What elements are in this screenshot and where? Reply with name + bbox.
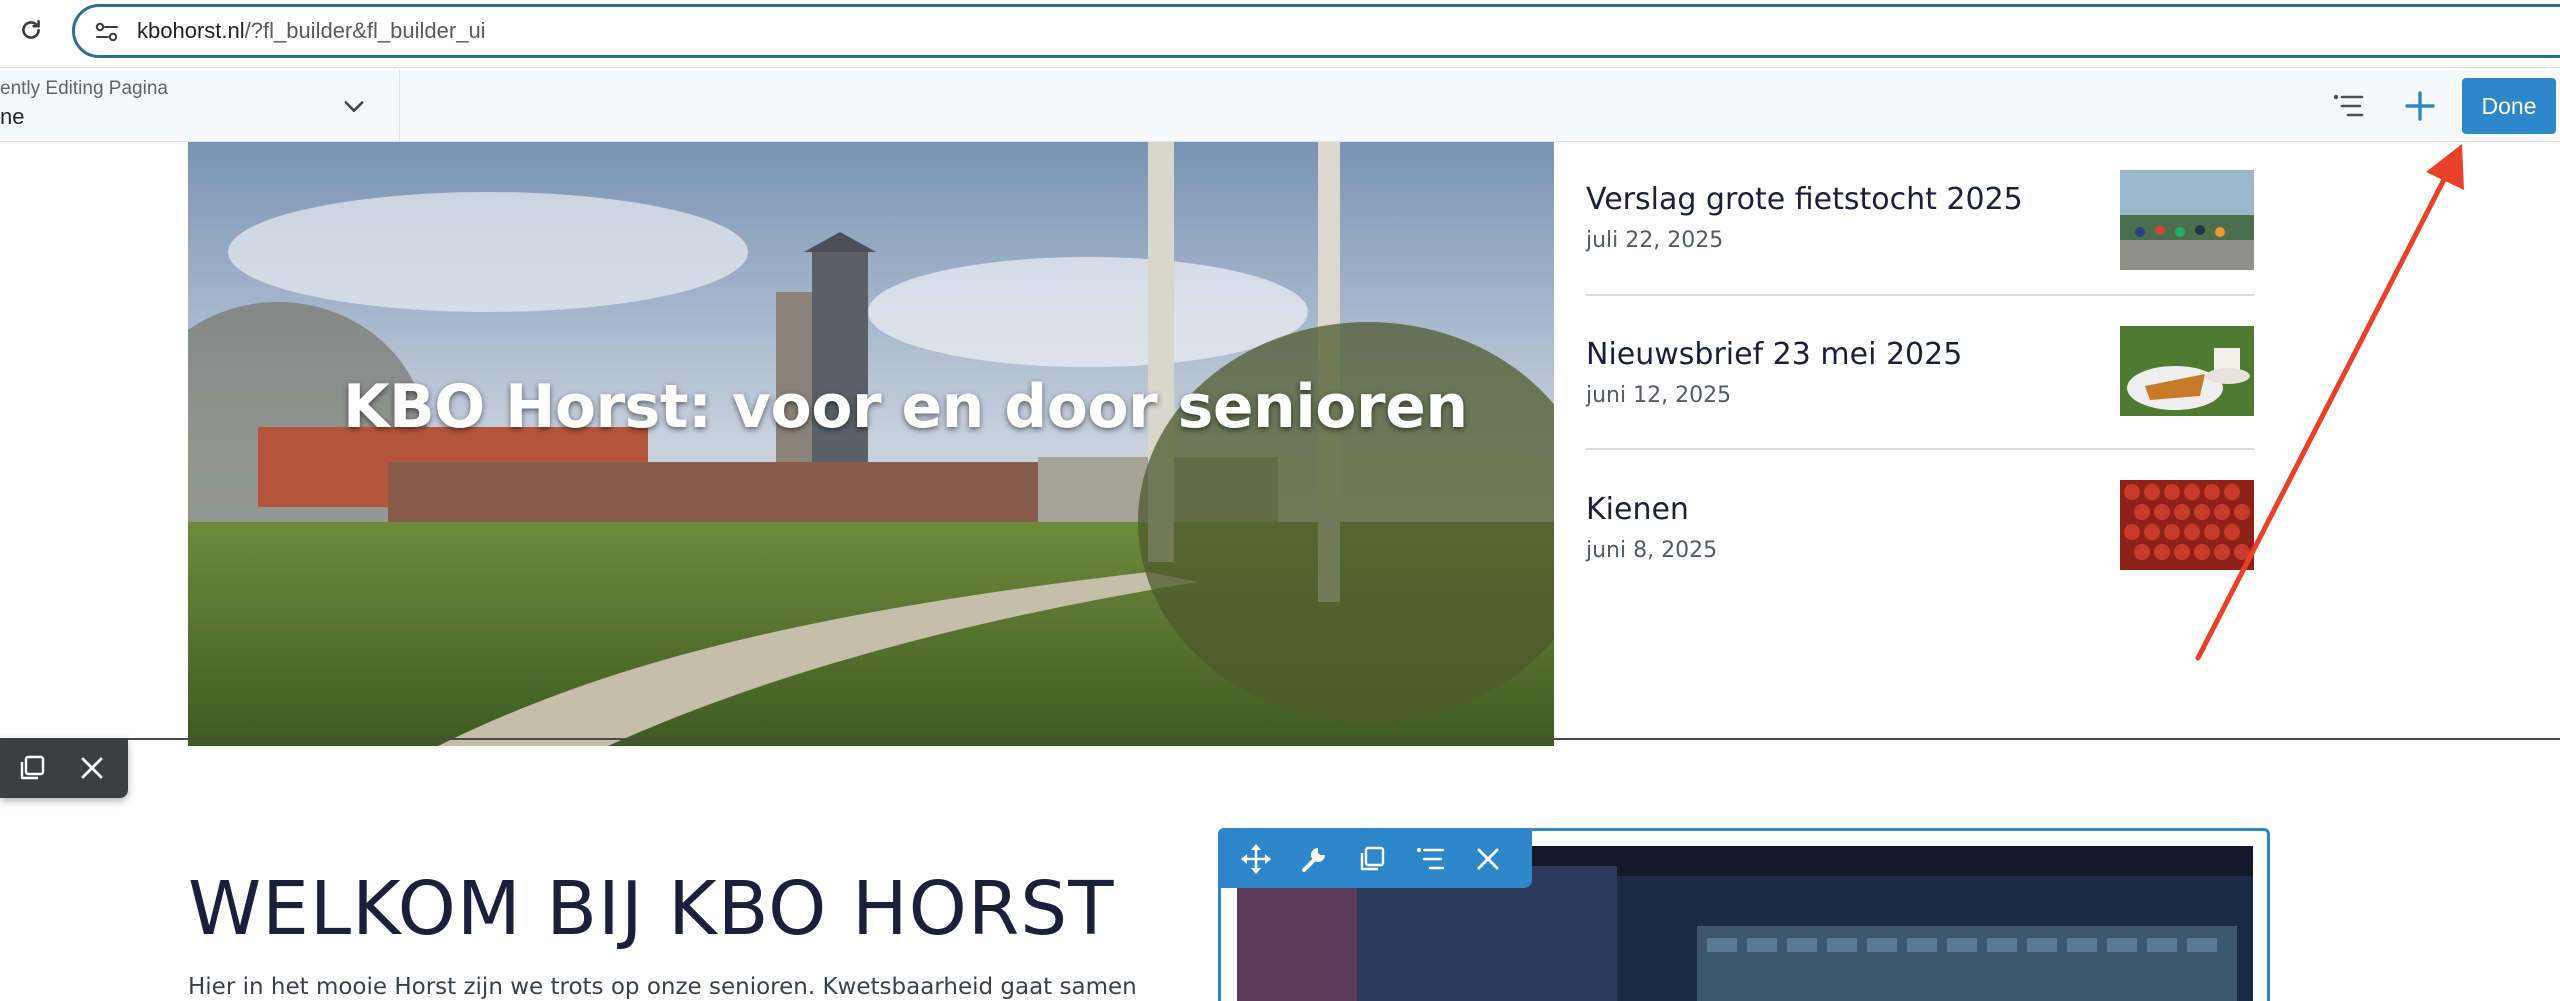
post-title[interactable]: Nieuwsbrief 23 mei 2025	[1586, 337, 1962, 372]
hero-title: KBO Horst: voor en door senioren	[343, 372, 1468, 442]
annotation-arrow	[2195, 144, 2464, 661]
reload-icon[interactable]	[18, 17, 44, 43]
chevron-down-icon[interactable]	[340, 92, 368, 120]
site-info-icon[interactable]	[93, 20, 121, 44]
welcome-heading: WELKOM BIJ KBO HORST	[188, 866, 1115, 952]
editing-value: ne	[0, 104, 25, 129]
post-item[interactable]: Kienen juni 8, 2025	[1586, 480, 2254, 646]
duplicate-icon[interactable]	[16, 752, 48, 784]
row-boundary-line	[0, 738, 2560, 740]
builder-toolbar: ently Editing Pagina ne Done	[0, 70, 2560, 142]
post-title[interactable]: Kienen	[1586, 492, 1689, 527]
hero-image[interactable]: KBO Horst: voor en door senioren	[188, 142, 1554, 746]
url-path: /?fl_builder&fl_builder_ui	[244, 18, 486, 43]
close-icon[interactable]	[1472, 843, 1504, 875]
duplicate-icon[interactable]	[1356, 843, 1388, 875]
close-icon[interactable]	[76, 752, 108, 784]
post-item[interactable]: Nieuwsbrief 23 mei 2025 juni 12, 2025	[1586, 326, 2254, 491]
post-divider	[1586, 448, 2254, 450]
row-toolbar	[0, 738, 128, 798]
post-title[interactable]: Verslag grote fietstocht 2025	[1586, 182, 2023, 217]
url-host: kbohorst.nl	[137, 18, 245, 43]
browser-toolbar: kbohorst.nl/?fl_builder&fl_builder_ui	[0, 0, 2560, 68]
move-icon[interactable]	[1240, 843, 1272, 875]
editing-label: ently Editing Pagina	[0, 78, 168, 99]
hero-photo	[188, 142, 1554, 746]
address-bar[interactable]: kbohorst.nl/?fl_builder&fl_builder_ui	[72, 4, 2560, 58]
module-toolbar	[1220, 830, 1532, 888]
post-date: juni 8, 2025	[1586, 538, 1718, 563]
post-date: juli 22, 2025	[1586, 228, 1724, 253]
post-item[interactable]: Verslag grote fietstocht 2025 juli 22, 2…	[1586, 170, 2254, 336]
outline-icon[interactable]	[1414, 843, 1446, 875]
outline-icon[interactable]	[2330, 90, 2366, 122]
welcome-paragraph: Hier in het mooie Horst zijn we trots op…	[188, 974, 1137, 1000]
plus-icon[interactable]	[2402, 88, 2438, 124]
post-date: juni 12, 2025	[1586, 383, 1732, 408]
done-button[interactable]: Done	[2462, 78, 2556, 134]
url-text: kbohorst.nl/?fl_builder&fl_builder_ui	[137, 18, 486, 44]
wrench-icon[interactable]	[1298, 843, 1330, 875]
editing-dropdown[interactable]: ently Editing Pagina ne	[0, 70, 400, 142]
post-divider	[1586, 294, 2254, 296]
